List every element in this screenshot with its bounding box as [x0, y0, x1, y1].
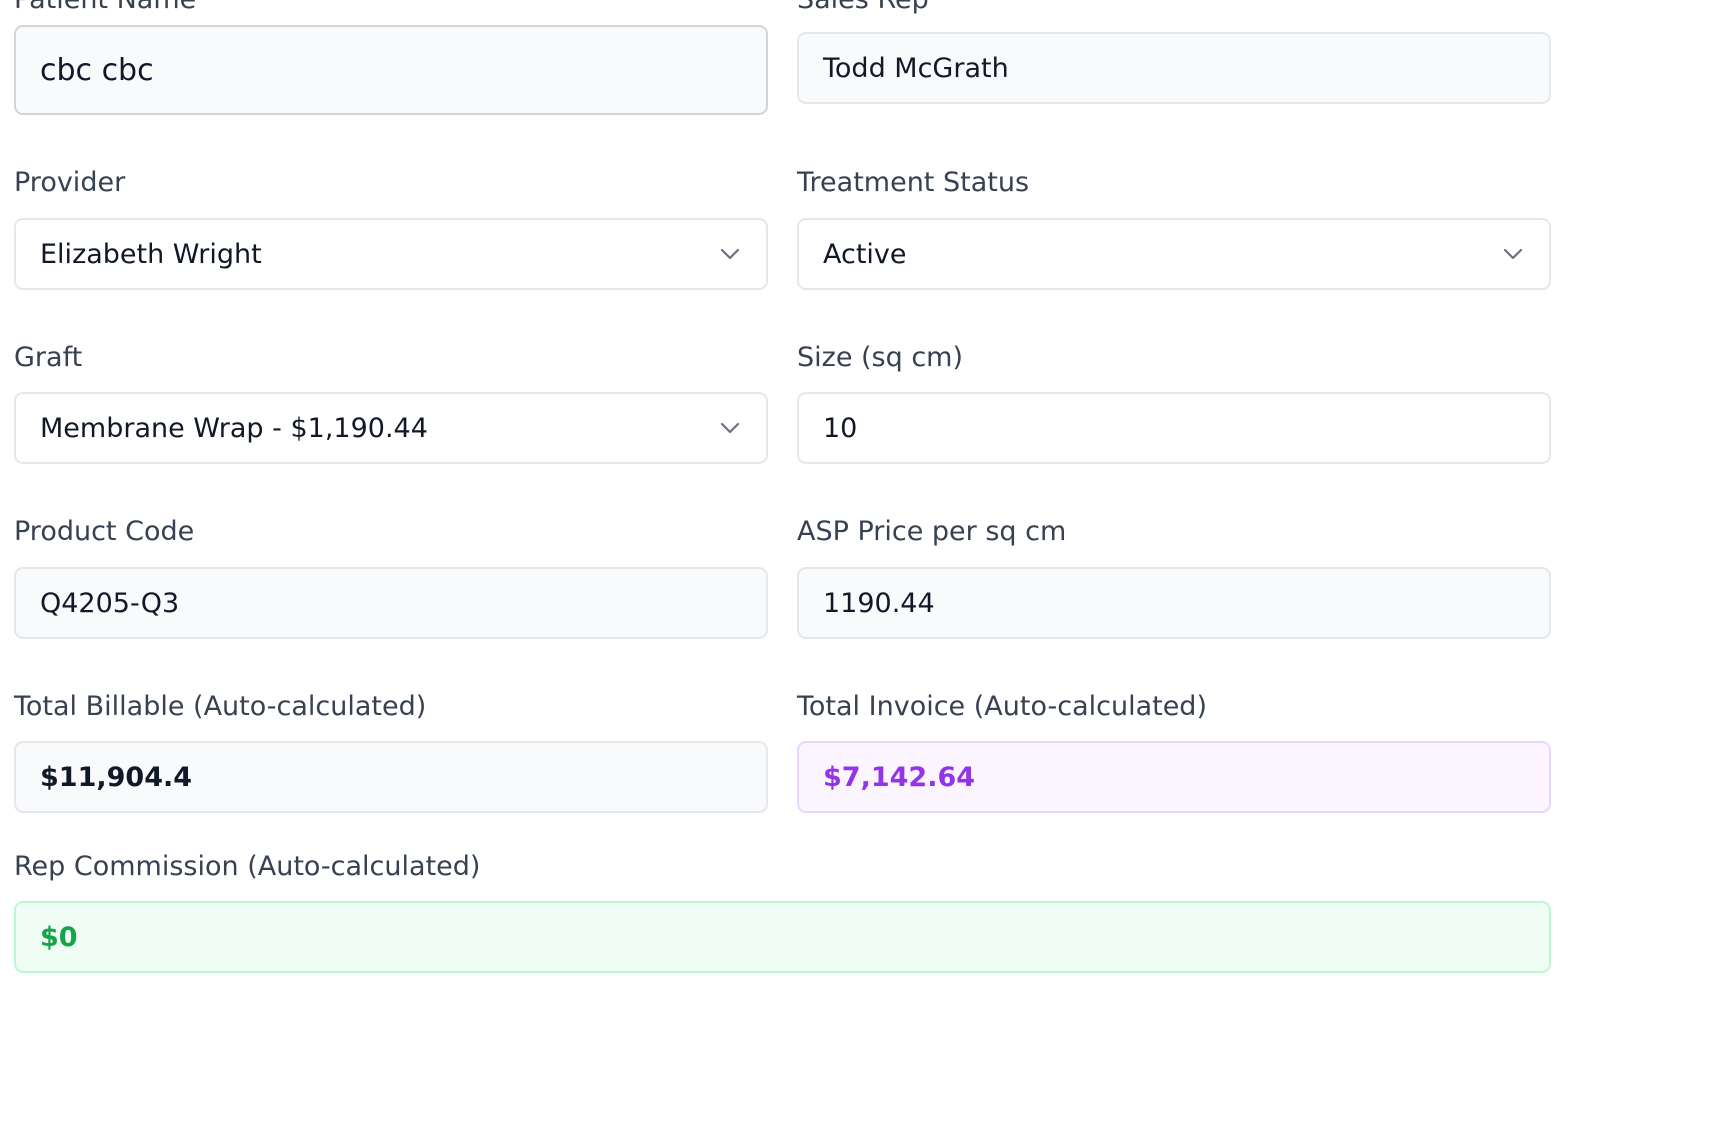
asp-price-field[interactable]: 1190.44: [797, 567, 1551, 639]
sales-rep-field[interactable]: Todd McGrath: [797, 32, 1551, 104]
product-code-label: Product Code: [14, 516, 195, 547]
graft-select[interactable]: Membrane Wrap - $1,190.44: [14, 392, 768, 464]
sales-rep-value: Todd McGrath: [823, 52, 1009, 84]
asp-price-value: 1190.44: [823, 587, 935, 619]
graft-selected-value: Membrane Wrap - $1,190.44: [40, 412, 428, 444]
provider-label: Provider: [14, 167, 126, 198]
provider-select[interactable]: Elizabeth Wright: [14, 218, 768, 290]
size-input[interactable]: 10: [797, 392, 1551, 464]
total-billable-label: Total Billable (Auto-calculated): [14, 691, 427, 722]
patient-name-value: cbc cbc: [40, 52, 154, 88]
rep-commission-value: $0: [40, 921, 78, 953]
treatment-status-select[interactable]: Active: [797, 218, 1551, 290]
treatment-status-selected-value: Active: [823, 238, 907, 270]
total-billable-field: $11,904.4: [14, 741, 768, 813]
sales-rep-label: Sales Rep: [797, 0, 929, 16]
total-invoice-field: $7,142.64: [797, 741, 1551, 813]
product-code-field[interactable]: Q4205-Q3: [14, 567, 768, 639]
chevron-down-icon: [720, 422, 740, 434]
size-value: 10: [823, 412, 858, 444]
asp-price-label: ASP Price per sq cm: [797, 516, 1067, 547]
total-billable-value: $11,904.4: [40, 761, 193, 793]
chevron-down-icon: [1503, 248, 1523, 260]
total-invoice-label: Total Invoice (Auto-calculated): [797, 691, 1207, 722]
rep-commission-field: $0: [14, 901, 1551, 973]
chevron-down-icon: [720, 248, 740, 260]
rep-commission-label: Rep Commission (Auto-calculated): [14, 851, 481, 882]
treatment-status-label: Treatment Status: [797, 167, 1030, 198]
patient-name-field[interactable]: cbc cbc: [14, 25, 768, 115]
size-label: Size (sq cm): [797, 342, 964, 373]
total-invoice-value: $7,142.64: [823, 761, 976, 793]
provider-selected-value: Elizabeth Wright: [40, 238, 262, 270]
product-code-value: Q4205-Q3: [40, 587, 180, 619]
graft-label: Graft: [14, 342, 83, 373]
patient-name-label: Patient Name: [14, 0, 196, 16]
